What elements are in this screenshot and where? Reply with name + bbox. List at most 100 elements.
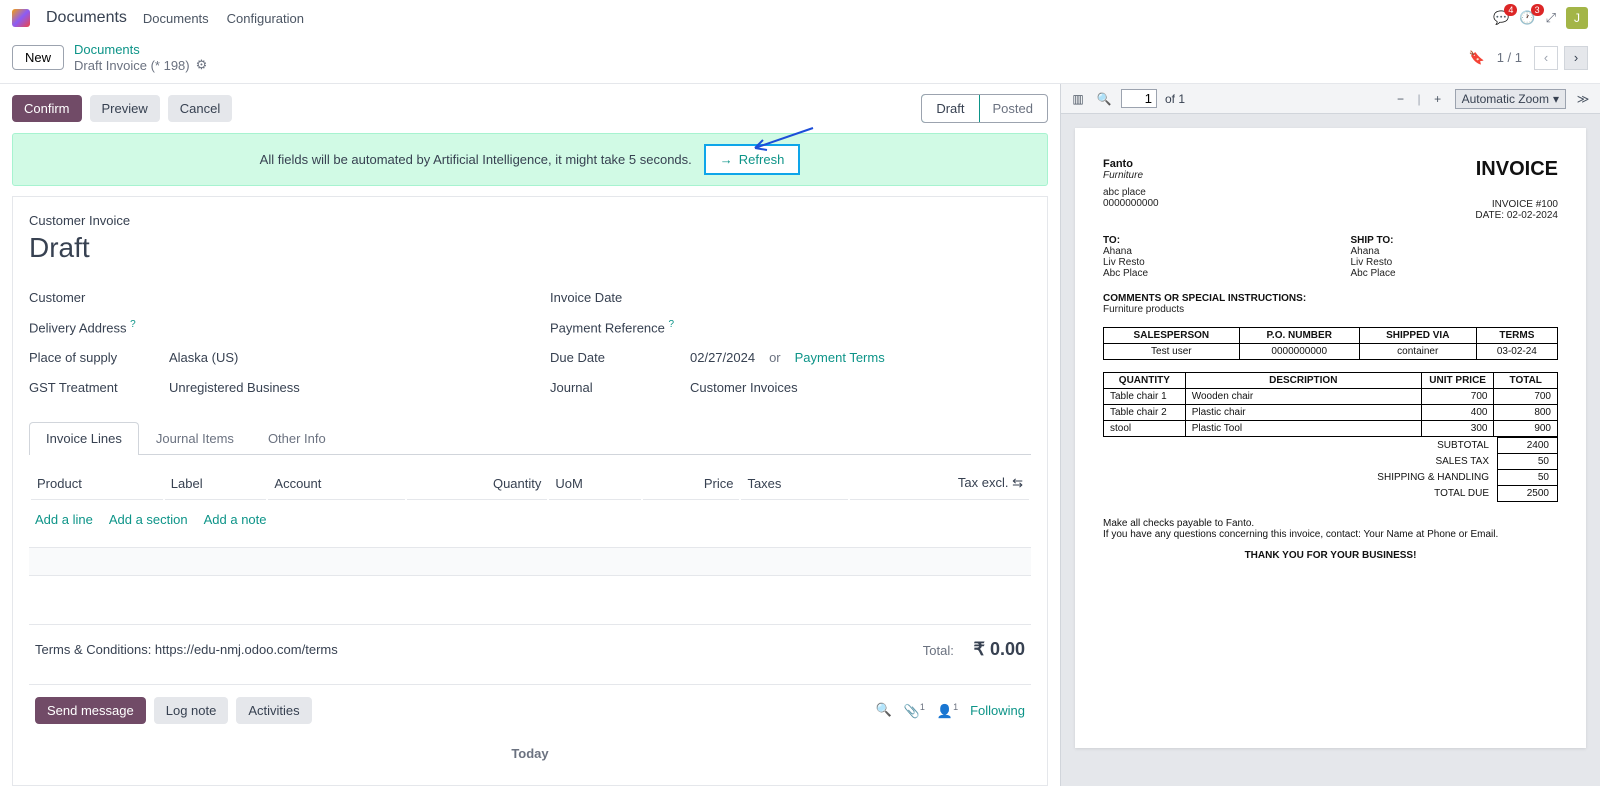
zoom-select[interactable]: Automatic Zoom▾ — [1455, 89, 1566, 109]
col-account[interactable]: Account — [268, 467, 405, 500]
add-note[interactable]: Add a note — [204, 512, 267, 527]
terms-text[interactable]: Terms & Conditions: https://edu-nmj.odoo… — [35, 642, 338, 657]
field-delivery[interactable]: Delivery Address ? — [29, 312, 510, 342]
field-invoice-date[interactable]: Invoice Date — [550, 282, 1031, 312]
col-taxexcl[interactable]: Tax excl. ⇆ — [850, 467, 1029, 500]
col-quantity[interactable]: Quantity — [407, 467, 547, 500]
followers-icon[interactable]: 👤1 — [937, 702, 958, 719]
field-due-date[interactable]: Due Date02/27/2024orPayment Terms — [550, 342, 1031, 372]
inv-title: INVOICE — [1475, 158, 1558, 181]
label-payref: Payment Reference ? — [550, 319, 690, 335]
sidebar-toggle-icon[interactable]: ▥ — [1069, 92, 1087, 106]
pdf-toolbar: ▥ 🔍 of 1 − | + Automatic Zoom▾ ≫ — [1061, 84, 1600, 114]
ord-h-1: P.O. NUMBER — [1239, 328, 1359, 344]
breadcrumb-root[interactable]: Documents — [74, 42, 140, 57]
field-payment-ref[interactable]: Payment Reference ? — [550, 312, 1031, 342]
inv-comments-h: COMMENTS OR SPECIAL INSTRUCTIONS: — [1103, 293, 1558, 304]
banner-text: All fields will be automated by Artifici… — [260, 152, 692, 167]
inv-ship-h: SHIP TO: — [1351, 235, 1559, 246]
col-price[interactable]: Price — [643, 467, 740, 500]
expand-icon[interactable]: ⤢ — [1546, 10, 1556, 26]
messages-badge: 4 — [1504, 4, 1517, 16]
field-customer[interactable]: Customer — [29, 282, 510, 312]
form-card: Customer Invoice Draft Customer Delivery… — [12, 196, 1048, 786]
lh-0: QUANTITY — [1104, 373, 1186, 389]
form-grid: Customer Delivery Address ? Place of sup… — [29, 282, 1031, 402]
value-place: Alaska (US) — [169, 350, 238, 365]
adjust-icon[interactable]: ⇆ — [1012, 475, 1023, 490]
tab-other-info[interactable]: Other Info — [251, 422, 343, 454]
field-gst[interactable]: GST TreatmentUnregistered Business — [29, 372, 510, 402]
page-counter: 1 / 1 — [1497, 50, 1522, 65]
inv-date: DATE: 02-02-2024 — [1475, 210, 1558, 221]
lines-table: Product Label Account Quantity UoM Price… — [29, 465, 1031, 502]
app-logo[interactable] — [12, 9, 30, 27]
send-message-button[interactable]: Send message — [35, 697, 146, 724]
messages-icon[interactable]: 💬4 — [1493, 10, 1509, 26]
pdf-page-input[interactable] — [1121, 89, 1157, 108]
add-line[interactable]: Add a line — [35, 512, 93, 527]
cancel-button[interactable]: Cancel — [168, 95, 232, 122]
line-row: stoolPlastic Tool300900 — [1104, 421, 1558, 437]
ord-r-1: 0000000000 — [1239, 344, 1359, 360]
bookmark-icon[interactable]: 🔖 — [1469, 50, 1485, 66]
activities-icon[interactable]: 🕐3 — [1519, 10, 1535, 26]
nav-configuration[interactable]: Configuration — [227, 11, 304, 26]
pdf-tools-icon[interactable]: ≫ — [1574, 92, 1592, 106]
new-button[interactable]: New — [12, 45, 64, 70]
chatter-actions: Send message Log note Activities — [35, 697, 312, 724]
form-panel: Confirm Preview Cancel Draft Posted All … — [0, 84, 1060, 786]
inv-number: INVOICE #100 — [1475, 199, 1558, 210]
nav-documents[interactable]: Documents — [143, 11, 209, 26]
breadcrumb-current: Draft Invoice (* 198) — [74, 58, 190, 73]
search-icon[interactable]: 🔍 — [875, 702, 891, 718]
pager-prev[interactable]: ‹ — [1534, 46, 1558, 70]
pager-next[interactable]: › — [1564, 46, 1588, 70]
lh-2: UNIT PRICE — [1421, 373, 1494, 389]
inv-questions: If you have any questions concerning thi… — [1103, 529, 1558, 540]
col-label[interactable]: Label — [165, 467, 267, 500]
col-taxes[interactable]: Taxes — [741, 467, 848, 500]
empty-spacer2 — [29, 576, 1031, 624]
payment-terms-link[interactable]: Payment Terms — [795, 350, 885, 365]
ord-r-0: Test user — [1104, 344, 1240, 360]
record-title: Draft — [29, 232, 1031, 264]
add-section[interactable]: Add a section — [109, 512, 188, 527]
status-posted[interactable]: Posted — [979, 95, 1047, 122]
activities-button[interactable]: Activities — [236, 697, 311, 724]
status-draft[interactable]: Draft — [921, 94, 979, 123]
tabs: Invoice Lines Journal Items Other Info — [29, 422, 1031, 455]
inv-ship-3: Abc Place — [1351, 268, 1559, 279]
col-product[interactable]: Product — [31, 467, 163, 500]
log-note-button[interactable]: Log note — [154, 697, 229, 724]
user-avatar[interactable]: J — [1566, 7, 1588, 29]
topbar: Documents Documents Configuration 💬4 🕐3 … — [0, 0, 1600, 36]
preview-button[interactable]: Preview — [90, 95, 160, 122]
tab-invoice-lines[interactable]: Invoice Lines — [29, 422, 139, 455]
tab-journal-items[interactable]: Journal Items — [139, 422, 251, 454]
field-journal[interactable]: JournalCustomer Invoices — [550, 372, 1031, 402]
actions: Confirm Preview Cancel — [12, 95, 232, 122]
pdf-body[interactable]: Fanto Furniture abc place 0000000000 INV… — [1061, 114, 1600, 786]
today-separator: Today — [29, 736, 1031, 765]
refresh-label: Refresh — [739, 152, 785, 167]
pdf-page: Fanto Furniture abc place 0000000000 INV… — [1075, 128, 1586, 748]
field-place[interactable]: Place of supplyAlaska (US) — [29, 342, 510, 372]
following-button[interactable]: Following — [970, 703, 1025, 718]
inv-payable: Make all checks payable to Fanto. — [1103, 518, 1558, 529]
zoom-in-icon[interactable]: + — [1429, 92, 1447, 106]
zoom-out-icon[interactable]: − — [1391, 92, 1409, 106]
ord-r-2: container — [1359, 344, 1476, 360]
refresh-button[interactable]: →Refresh — [704, 144, 801, 175]
value-due: 02/27/2024 — [690, 350, 755, 365]
col-uom[interactable]: UoM — [549, 467, 641, 500]
topbar-right: 💬4 🕐3 ⤢ J — [1493, 7, 1588, 29]
gear-icon[interactable]: ⚙ — [196, 57, 208, 73]
label-gst: GST Treatment — [29, 380, 169, 395]
inv-addr1: abc place — [1103, 187, 1159, 198]
topbar-left: Documents Documents Configuration — [12, 9, 304, 27]
confirm-button[interactable]: Confirm — [12, 95, 82, 122]
attachment-icon[interactable]: 📎1 — [904, 702, 925, 719]
pdf-search-icon[interactable]: 🔍 — [1095, 92, 1113, 106]
inv-ship-1: Ahana — [1351, 246, 1559, 257]
